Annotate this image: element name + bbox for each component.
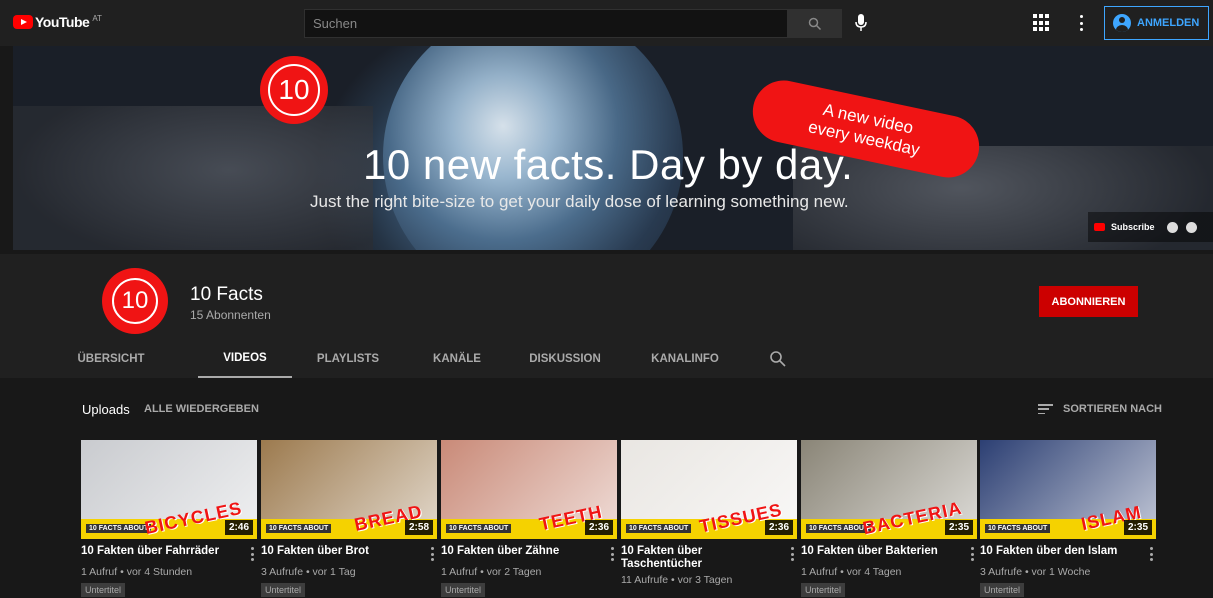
video-menu-icon[interactable]	[971, 547, 975, 561]
tab-about[interactable]: KANALINFO	[651, 340, 719, 378]
video-menu-icon[interactable]	[251, 547, 255, 561]
video-card[interactable]: 10 FACTS ABOUT ISLAM 2:35 10 Fakten über…	[980, 440, 1156, 598]
banner-logo-text: 10	[268, 64, 320, 116]
social-link-icon[interactable]	[1166, 221, 1178, 233]
apps-grid-icon[interactable]	[1033, 14, 1051, 32]
youtube-play-icon	[13, 15, 33, 29]
video-meta: 1 Aufruf • vor 2 Tagen	[441, 566, 542, 578]
channel-avatar-text: 10	[112, 278, 158, 324]
video-card[interactable]: 10 FACTS ABOUT BACTERIA 2:35 10 Fakten ü…	[801, 440, 977, 598]
video-duration: 2:36	[764, 520, 793, 535]
video-thumbnail[interactable]: 10 FACTS ABOUT TEETH 2:36	[441, 440, 617, 539]
voice-search-button[interactable]	[850, 10, 872, 36]
sort-icon	[1037, 404, 1053, 414]
logo-text: YouTube	[35, 14, 90, 30]
video-meta: 1 Aufruf • vor 4 Tagen	[801, 566, 902, 578]
thumbnail-badge: 10 FACTS ABOUT	[86, 524, 152, 533]
subtitle-badge: Untertitel	[801, 583, 846, 597]
banner-hand-left	[13, 106, 373, 250]
video-thumbnail[interactable]: 10 FACTS ABOUT BREAD 2:58	[261, 440, 437, 539]
account-icon	[1113, 14, 1131, 32]
channel-search-icon[interactable]	[769, 350, 787, 368]
video-thumbnail[interactable]: 10 FACTS ABOUT BACTERIA 2:35	[801, 440, 977, 539]
banner-subscribe-link[interactable]: Subscribe	[1111, 222, 1155, 232]
video-meta: 11 Aufrufe • vor 3 Tagen	[621, 574, 733, 586]
uploads-header: Uploads ALLE WIEDERGEBEN SORTIEREN NACH	[82, 402, 1162, 418]
video-card[interactable]: 10 FACTS ABOUT TISSUES 2:36 10 Fakten üb…	[621, 440, 797, 586]
uploads-title: Uploads	[82, 402, 130, 417]
banner-links: Subscribe	[1088, 212, 1213, 242]
video-menu-icon[interactable]	[1150, 547, 1154, 561]
video-meta: 3 Aufrufe • vor 1 Tag	[261, 566, 356, 578]
youtube-logo[interactable]: YouTube AT	[13, 14, 102, 30]
sort-button[interactable]: SORTIEREN NACH	[1037, 403, 1162, 415]
thumbnail-badge: 10 FACTS ABOUT	[985, 524, 1051, 533]
video-meta: 3 Aufrufe • vor 1 Woche	[980, 566, 1091, 578]
video-card[interactable]: 10 FACTS ABOUT BREAD 2:58 10 Fakten über…	[261, 440, 437, 598]
video-meta: 1 Aufruf • vor 4 Stunden	[81, 566, 193, 578]
video-duration: 2:35	[944, 520, 973, 535]
video-duration: 2:58	[404, 520, 433, 535]
video-card[interactable]: 10 FACTS ABOUT BICYCLES 2:46 10 Fakten ü…	[81, 440, 257, 598]
video-thumbnail[interactable]: 10 FACTS ABOUT BICYCLES 2:46	[81, 440, 257, 539]
settings-more-icon[interactable]	[1074, 13, 1088, 33]
play-all-button[interactable]: ALLE WIEDERGEBEN	[144, 403, 259, 415]
video-menu-icon[interactable]	[791, 547, 795, 561]
thumbnail-badge: 10 FACTS ABOUT	[446, 524, 512, 533]
website-link-icon[interactable]	[1185, 221, 1197, 233]
sign-in-button[interactable]: ANMELDEN	[1104, 6, 1209, 40]
video-thumbnail[interactable]: 10 FACTS ABOUT ISLAM 2:35	[980, 440, 1156, 539]
microphone-icon	[855, 14, 867, 31]
subtitle-badge: Untertitel	[261, 583, 306, 597]
video-duration: 2:46	[224, 520, 253, 535]
channel-name: 10 Facts	[190, 284, 263, 305]
video-card[interactable]: 10 FACTS ABOUT TEETH 2:36 10 Fakten über…	[441, 440, 617, 598]
channel-header: 10 10 Facts 15 Abonnenten ABONNIEREN ÜBE…	[0, 254, 1213, 378]
banner-subline: Just the right bite-size to get your dai…	[310, 192, 849, 211]
video-menu-icon[interactable]	[611, 547, 615, 561]
banner-logo: 10	[260, 56, 328, 124]
video-thumbnail[interactable]: 10 FACTS ABOUT TISSUES 2:36	[621, 440, 797, 539]
subtitle-badge: Untertitel	[81, 583, 126, 597]
tab-channels[interactable]: KANÄLE	[432, 340, 482, 378]
channel-tabs: ÜBERSICHT VIDEOS PLAYLISTS KANÄLE DISKUS…	[77, 340, 786, 378]
video-duration: 2:35	[1123, 520, 1152, 535]
video-duration: 2:36	[584, 520, 613, 535]
subtitle-badge: Untertitel	[441, 583, 486, 597]
search-button[interactable]	[788, 9, 842, 38]
video-menu-icon[interactable]	[431, 547, 435, 561]
thumbnail-badge: 10 FACTS ABOUT	[626, 524, 692, 533]
channel-banner: 10 A new video every weekday 10 new fact…	[13, 46, 1213, 250]
masthead: YouTube AT Suchen ANMELDEN	[0, 0, 1213, 46]
tab-videos[interactable]: VIDEOS	[198, 340, 292, 378]
youtube-mini-icon	[1094, 223, 1105, 231]
search-input[interactable]: Suchen	[304, 9, 788, 38]
sign-in-label: ANMELDEN	[1137, 17, 1200, 29]
search-icon	[808, 17, 822, 30]
logo-region: AT	[92, 13, 102, 23]
banner-headline: 10 new facts. Day by day.	[363, 141, 854, 188]
channel-avatar[interactable]: 10	[102, 268, 168, 334]
subtitle-badge: Untertitel	[980, 583, 1025, 597]
video-title[interactable]: 10 Fakten über Taschentücher	[621, 545, 797, 571]
thumbnail-badge: 10 FACTS ABOUT	[266, 524, 332, 533]
tab-playlists[interactable]: PLAYLISTS	[317, 340, 379, 378]
subscribe-button[interactable]: ABONNIEREN	[1039, 286, 1138, 317]
sort-label: SORTIEREN NACH	[1062, 403, 1162, 415]
tab-discussion[interactable]: DISKUSSION	[529, 340, 601, 378]
subscriber-count: 15 Abonnenten	[190, 308, 271, 322]
tab-overview[interactable]: ÜBERSICHT	[77, 340, 144, 378]
